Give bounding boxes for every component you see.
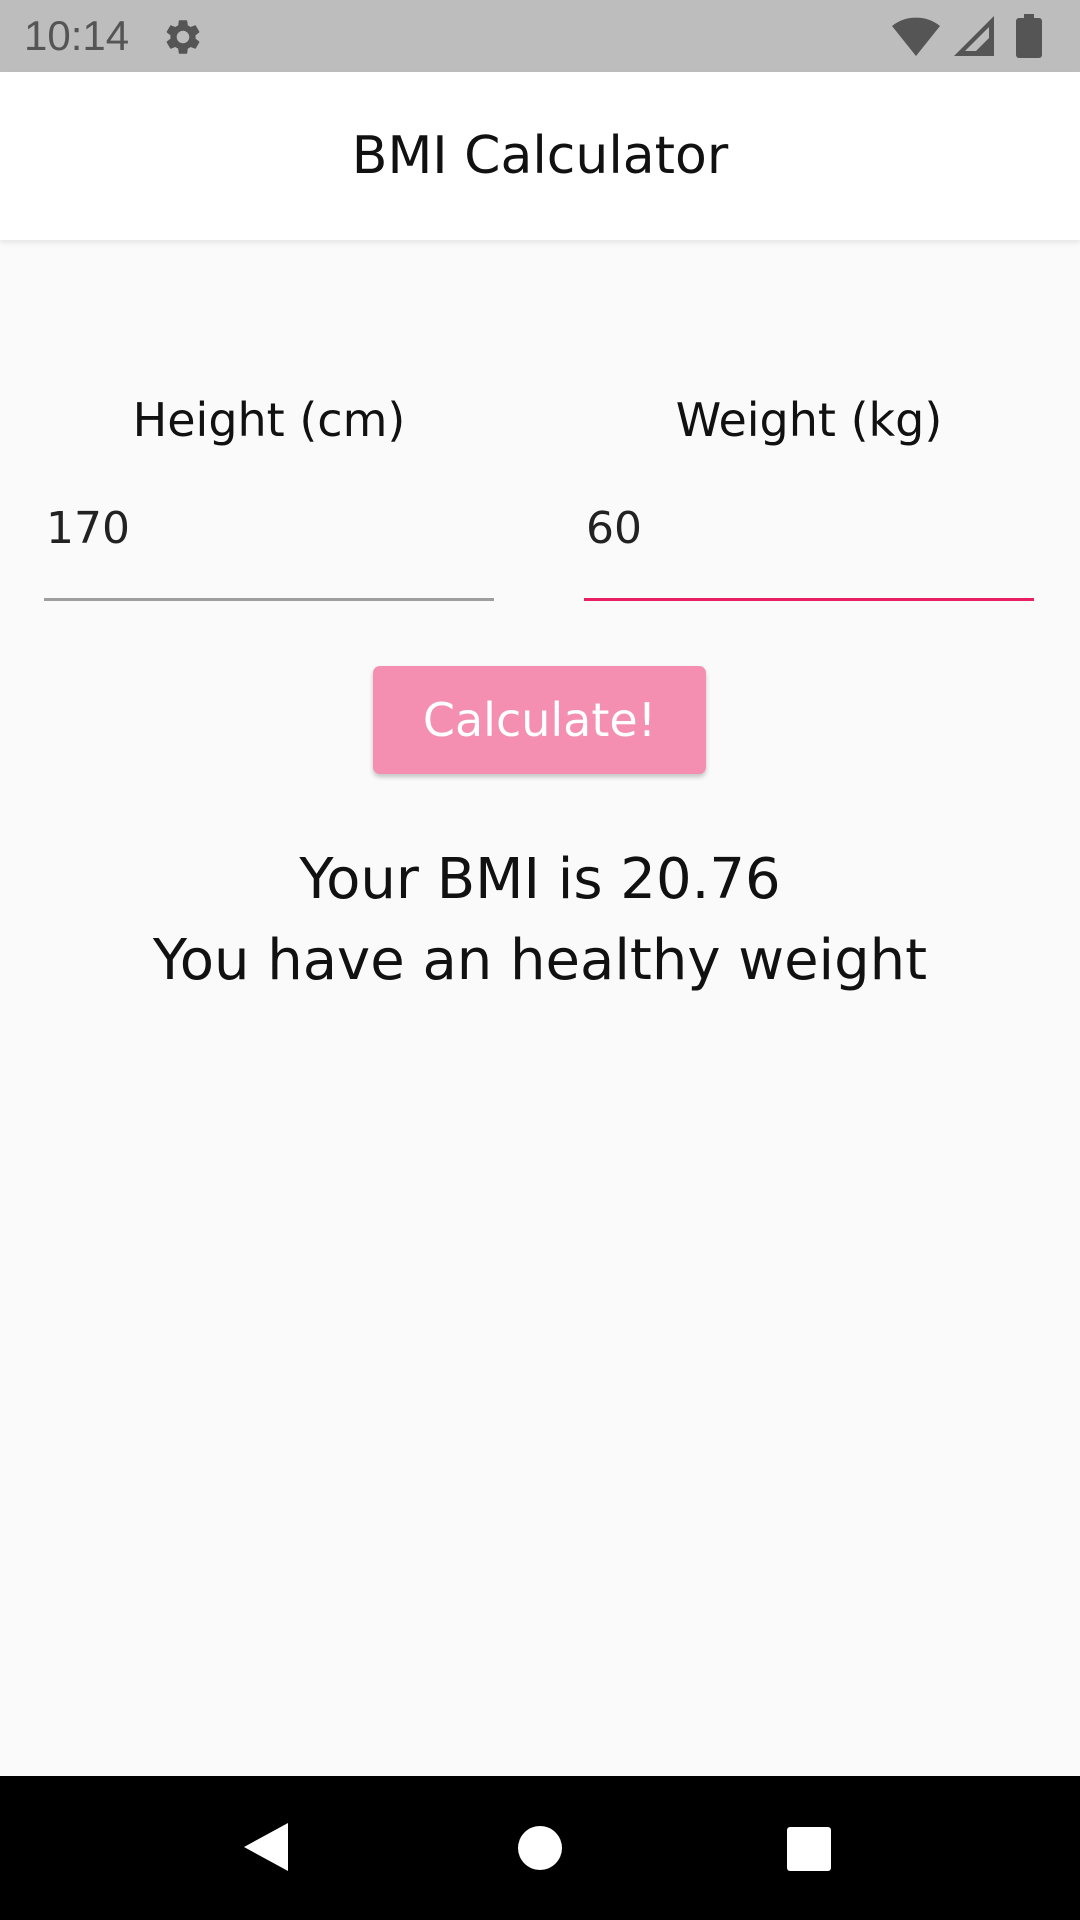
home-icon[interactable] bbox=[517, 1825, 563, 1871]
calculate-button[interactable]: Calculate! bbox=[373, 666, 706, 774]
height-value: 170 bbox=[46, 503, 130, 554]
recents-icon[interactable] bbox=[786, 1826, 832, 1872]
height-label: Height (cm) bbox=[132, 393, 406, 447]
wifi-icon bbox=[892, 17, 940, 56]
battery-icon bbox=[1016, 14, 1042, 58]
weight-value: 60 bbox=[586, 503, 642, 554]
height-field[interactable]: 170 bbox=[44, 494, 494, 601]
status-bar: 10:14 bbox=[0, 0, 1080, 72]
bmi-result: Your BMI is 20.76 bbox=[299, 847, 781, 912]
cellular-signal-icon bbox=[954, 16, 994, 56]
weight-label: Weight (kg) bbox=[675, 393, 943, 447]
weight-verdict: You have an healthy weight bbox=[152, 928, 928, 993]
status-icons bbox=[892, 14, 1062, 58]
app-bar: BMI Calculator bbox=[0, 72, 1080, 240]
back-icon[interactable] bbox=[242, 1821, 290, 1873]
navigation-bar bbox=[0, 1776, 1080, 1920]
status-time: 10:14 bbox=[24, 12, 130, 59]
weight-field[interactable]: 60 bbox=[584, 494, 1034, 601]
page-title: BMI Calculator bbox=[351, 126, 729, 186]
settings-gear-icon bbox=[166, 20, 200, 54]
